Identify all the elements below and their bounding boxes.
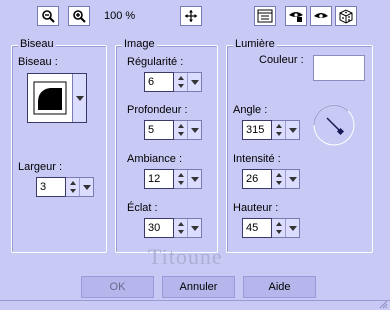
lock-eye-button[interactable] — [285, 6, 307, 26]
chevron-down-icon — [288, 127, 297, 133]
up-down-arrows-icon — [275, 222, 282, 234]
shine-label: Éclat : — [127, 202, 158, 214]
eye-icon — [314, 13, 328, 18]
resize-grip-icon[interactable] — [378, 299, 388, 309]
shine-dropdown[interactable] — [188, 219, 201, 237]
watermark-text: Titoune — [148, 244, 223, 269]
angle-value[interactable]: 315 — [242, 120, 272, 140]
height-label: Hauteur : — [233, 202, 279, 214]
chevron-down-icon — [190, 176, 199, 182]
bevel-shape-icon — [33, 81, 67, 115]
width-dropdown[interactable] — [80, 178, 93, 196]
angle-spinbox[interactable]: 315 — [242, 120, 300, 140]
shine-spinbox[interactable]: 30 — [144, 218, 202, 238]
width-spinbox[interactable]: 3 — [36, 177, 94, 197]
regularity-value[interactable]: 6 — [144, 72, 174, 92]
move-icon — [185, 10, 197, 22]
up-down-arrows-icon — [275, 173, 282, 185]
depth-stepper[interactable] — [174, 121, 188, 139]
status-bar — [0, 300, 390, 310]
ambient-value[interactable]: 12 — [144, 169, 174, 189]
angle-dropdown[interactable] — [286, 121, 299, 139]
pan-button[interactable] — [180, 6, 202, 26]
chevron-down-icon — [82, 184, 91, 190]
intensity-stepper[interactable] — [272, 170, 286, 188]
shine-value[interactable]: 30 — [144, 218, 174, 238]
depth-dropdown[interactable] — [188, 121, 201, 139]
height-dropdown[interactable] — [286, 219, 299, 237]
height-value[interactable]: 45 — [242, 218, 272, 238]
eye-button[interactable] — [310, 6, 332, 26]
chevron-down-icon — [190, 225, 199, 231]
dice-icon — [339, 9, 353, 24]
height-stepper[interactable] — [272, 219, 286, 237]
cancel-button[interactable]: Annuler — [162, 276, 235, 298]
preview-panel-icon — [257, 9, 273, 23]
toolbar: 100 % — [0, 0, 390, 32]
color-label: Couleur : — [259, 54, 304, 66]
intensity-dropdown[interactable] — [286, 170, 299, 188]
up-down-arrows-icon — [69, 181, 76, 193]
zoom-out-button[interactable] — [37, 6, 59, 26]
width-label: Largeur : — [18, 161, 63, 173]
help-button[interactable]: Aide — [243, 276, 316, 298]
shine-stepper[interactable] — [174, 219, 188, 237]
up-down-arrows-icon — [177, 76, 184, 88]
height-spinbox[interactable]: 45 — [242, 218, 300, 238]
chevron-down-icon — [190, 79, 199, 85]
ambient-dropdown[interactable] — [188, 170, 201, 188]
image-group-title: Image — [122, 38, 157, 50]
chevron-down-icon — [190, 127, 199, 133]
ambient-label: Ambiance : — [127, 153, 183, 165]
depth-label: Profondeur : — [127, 104, 188, 116]
angle-dial-icon — [313, 104, 355, 146]
width-stepper[interactable] — [66, 178, 80, 196]
intensity-value[interactable]: 26 — [242, 169, 272, 189]
intensity-label: Intensité : — [233, 153, 281, 165]
bevel-label: Biseau : — [18, 56, 58, 68]
angle-label: Angle : — [233, 104, 268, 116]
ambient-spinbox[interactable]: 12 — [144, 169, 202, 189]
ambient-stepper[interactable] — [174, 170, 188, 188]
zoom-level: 100 % — [104, 10, 136, 22]
bevel-group-title: Biseau — [18, 38, 56, 50]
regularity-dropdown[interactable] — [188, 73, 201, 91]
depth-spinbox[interactable]: 5 — [144, 120, 202, 140]
up-down-arrows-icon — [275, 124, 282, 136]
zoom-in-button[interactable] — [68, 6, 90, 26]
up-down-arrows-icon — [177, 173, 184, 185]
up-down-arrows-icon — [177, 124, 184, 136]
chevron-down-icon — [288, 176, 297, 182]
bevel-preview — [28, 74, 72, 122]
angle-stepper[interactable] — [272, 121, 286, 139]
up-down-arrows-icon — [177, 222, 184, 234]
depth-value[interactable]: 5 — [144, 120, 174, 140]
light-group-title: Lumière — [233, 38, 277, 50]
regularity-spinbox[interactable]: 6 — [144, 72, 202, 92]
chevron-down-icon — [288, 225, 297, 231]
zoom-out-icon — [42, 10, 55, 23]
width-value[interactable]: 3 — [36, 177, 66, 197]
preview-panel-button[interactable] — [254, 6, 276, 26]
light-color-swatch[interactable] — [313, 55, 365, 81]
chevron-down-icon — [75, 95, 84, 101]
bevel-dropdown-button[interactable] — [72, 74, 86, 122]
bevel-selector[interactable] — [27, 73, 87, 123]
angle-dial[interactable] — [312, 103, 356, 147]
ok-button[interactable]: OK — [81, 276, 154, 298]
regularity-stepper[interactable] — [174, 73, 188, 91]
lock-eye-icon — [289, 12, 303, 22]
regularity-label: Régularité : — [127, 56, 184, 68]
zoom-in-icon — [73, 10, 86, 23]
randomize-button[interactable] — [335, 6, 357, 26]
intensity-spinbox[interactable]: 26 — [242, 169, 300, 189]
